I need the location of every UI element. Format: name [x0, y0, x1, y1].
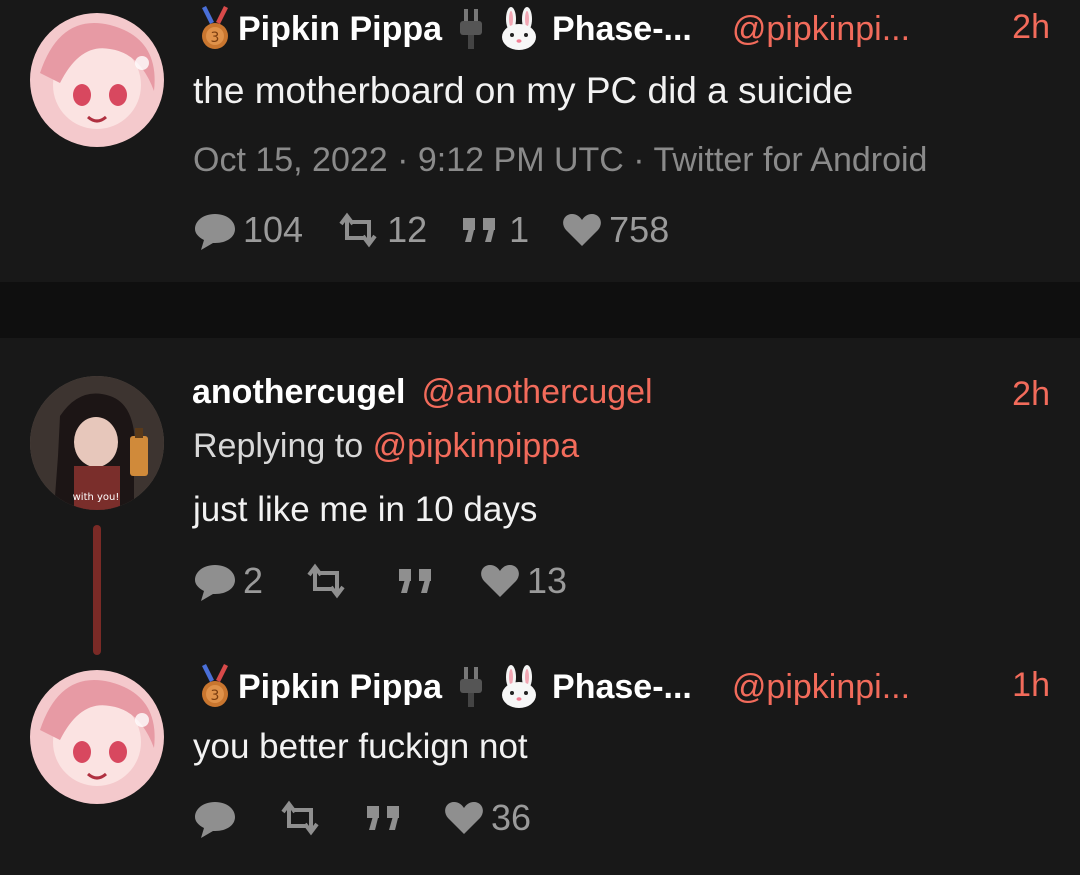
retweet-button[interactable]: 12: [335, 209, 427, 251]
like-count: 36: [491, 797, 532, 838]
tweet-time[interactable]: 1h: [1012, 666, 1050, 705]
heart-icon: [563, 214, 602, 246]
medal-icon: 3: [202, 6, 228, 49]
avatar[interactable]: [30, 13, 164, 147]
plug-icon: [460, 9, 483, 49]
like-count: 13: [527, 560, 568, 601]
plug-icon: [460, 667, 483, 707]
reply-button[interactable]: 104: [193, 209, 303, 251]
reply-button[interactable]: 2: [193, 560, 263, 602]
avatar-image-icon: [30, 670, 164, 804]
quote-icon: [399, 569, 432, 593]
quote-icon: [463, 218, 496, 242]
quote-icon: [367, 806, 399, 830]
quote-button[interactable]: [395, 565, 445, 597]
reply-thread: [0, 338, 1080, 875]
avatar[interactable]: with you!: [30, 376, 164, 510]
avatar-caption: with you!: [73, 492, 120, 503]
like-button[interactable]: 758: [561, 209, 669, 251]
svg-text:3: 3: [211, 688, 220, 704]
tweet-stats: 36: [193, 797, 563, 839]
reply-count: 2: [243, 560, 264, 601]
reply-button[interactable]: [193, 798, 243, 838]
quote-button[interactable]: [363, 802, 413, 834]
author-handle[interactable]: @pipkinpi...: [732, 668, 910, 707]
thread-connector: [93, 525, 101, 655]
comment-icon: [195, 802, 235, 838]
tweet-text: the motherboard on my PC did a suicide: [193, 70, 854, 111]
author-handle[interactable]: @pipkinpi...: [732, 10, 910, 49]
quote-button[interactable]: 1: [459, 209, 529, 251]
comment-icon: [195, 565, 235, 601]
tweet-stats: 2 13: [193, 560, 599, 602]
replying-to: Replying to @pipkinpippa: [193, 427, 579, 466]
author-name[interactable]: anothercugel: [192, 373, 405, 412]
like-button[interactable]: 36: [443, 797, 531, 839]
avatar-image-icon: [30, 13, 164, 147]
author-line: 3 Pipkin Pippa Phase-... @pipkinpi...: [192, 6, 910, 52]
tweet-card-main[interactable]: 3 Pipkin Pippa Phase-... @pipkinpi... 2h…: [0, 0, 1080, 282]
heart-icon: [445, 802, 483, 834]
tweet-text: you better fuckign not: [193, 727, 528, 766]
author-line: 3 Pipkin Pippa Phase-... @pipkinpi...: [192, 664, 910, 710]
author-suffix: Phase-...: [552, 667, 692, 706]
tweet-time[interactable]: 2h: [1012, 375, 1050, 414]
avatar[interactable]: [30, 670, 164, 804]
retweet-count: 12: [387, 209, 428, 250]
replying-label: Replying to: [193, 427, 364, 465]
retweet-icon: [339, 212, 377, 248]
tweet-time[interactable]: 2h: [1012, 8, 1050, 47]
reply-count: 104: [243, 209, 304, 250]
medal-icon: 3: [202, 664, 228, 707]
author-line: anothercugel @anothercugel: [192, 373, 653, 412]
heart-icon: [481, 565, 519, 597]
author-suffix: Phase-...: [552, 9, 692, 48]
replying-handle[interactable]: @pipkinpippa: [373, 427, 580, 465]
tweet-text: just like me in 10 days: [193, 490, 538, 529]
rabbit-icon: [502, 665, 537, 708]
retweet-icon: [307, 563, 345, 599]
svg-text:3: 3: [211, 30, 220, 46]
quote-count: 1: [509, 209, 530, 250]
retweet-button[interactable]: [303, 563, 355, 599]
tweet-stats: 104 12 1 758: [193, 209, 701, 251]
tweet-timestamp[interactable]: Oct 15, 2022 · 9:12 PM UTC · Twitter for…: [193, 141, 927, 180]
author-name[interactable]: Pipkin Pippa: [238, 10, 442, 49]
section-divider: [0, 282, 1080, 338]
retweet-button[interactable]: [277, 800, 329, 836]
author-name[interactable]: Pipkin Pippa: [238, 668, 442, 707]
avatar-image-icon: with you!: [30, 376, 164, 510]
like-count: 758: [609, 209, 670, 250]
rabbit-icon: [502, 7, 537, 50]
like-button[interactable]: 13: [479, 560, 567, 602]
comment-icon: [195, 214, 235, 250]
author-handle[interactable]: @anothercugel: [421, 373, 652, 412]
retweet-icon: [281, 800, 319, 836]
